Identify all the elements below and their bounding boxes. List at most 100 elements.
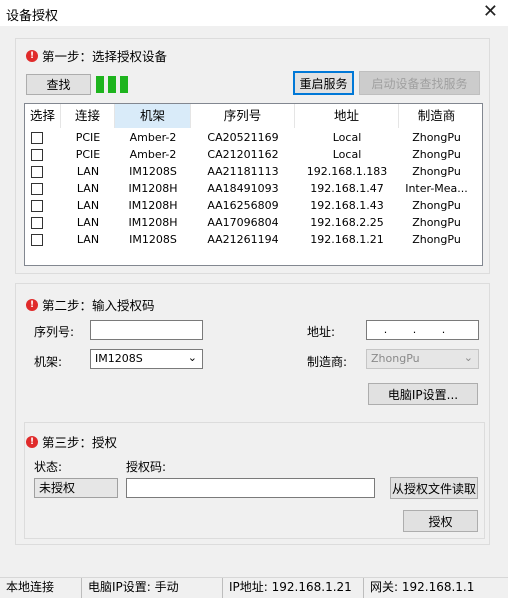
- rack-select-value: IM1208S: [95, 352, 143, 365]
- table-header: 选择 连接 机架 序列号 地址 制造商: [25, 104, 482, 128]
- step1-header: ! 第一步：选择授权设备: [26, 46, 167, 65]
- row-checkbox[interactable]: [31, 233, 43, 246]
- cell-serial: CA20521169: [207, 131, 279, 144]
- cell-serial: AA16256809: [207, 199, 279, 212]
- col-serial[interactable]: 序列号: [191, 104, 295, 128]
- search-button[interactable]: 查找: [26, 74, 91, 95]
- window-title: 设备授权: [6, 9, 59, 24]
- ip-dot: .: [412, 323, 417, 336]
- cell-address: 192.168.2.25: [310, 216, 384, 229]
- row-checkbox[interactable]: [31, 131, 43, 144]
- cell-maker: ZhongPu: [412, 165, 461, 178]
- cell-connection: LAN: [76, 216, 100, 229]
- status-indicator-bar-2: [108, 76, 116, 93]
- cell-connection: PCIE: [75, 148, 101, 161]
- serial-input[interactable]: [90, 320, 203, 340]
- device-table[interactable]: 选择 连接 机架 序列号 地址 制造商 PCIE Amber-2 CA20521…: [24, 103, 483, 266]
- ip-address-input[interactable]: . . .: [366, 320, 479, 340]
- cell-serial: AA21261194: [207, 233, 279, 246]
- cell-maker: ZhongPu: [412, 131, 461, 144]
- col-maker[interactable]: 制造商: [399, 104, 474, 128]
- warning-icon: !: [26, 49, 38, 62]
- table-row[interactable]: LAN IM1208H AA16256809 192.168.1.43 Zhon…: [25, 197, 482, 214]
- ip-dot: .: [441, 323, 446, 336]
- read-license-file-button[interactable]: 从授权文件读取: [390, 477, 478, 499]
- serial-label: 序列号:: [34, 325, 75, 339]
- auth-code-input[interactable]: [126, 478, 375, 498]
- cell-address: 192.168.1.183: [306, 165, 388, 178]
- chevron-down-icon: ⌄: [463, 351, 473, 364]
- cell-rack: Amber-2: [129, 131, 177, 144]
- table-row[interactable]: LAN IM1208S AA21181113 192.168.1.183 Zho…: [25, 163, 482, 180]
- cell-maker: ZhongPu: [412, 148, 461, 161]
- title-bar: 设备授权 ✕: [0, 0, 508, 26]
- row-checkbox[interactable]: [31, 216, 43, 229]
- status-ip-address: IP地址: 192.168.1.21: [223, 578, 364, 598]
- row-checkbox[interactable]: [31, 182, 43, 195]
- table-row[interactable]: LAN IM1208H AA17096804 192.168.2.25 Zhon…: [25, 214, 482, 231]
- status-pc-ip-mode: 电脑IP设置: 手动: [82, 578, 223, 598]
- cell-serial: CA21201162: [207, 148, 279, 161]
- step1-title: 第一步：选择授权设备: [42, 49, 168, 64]
- restart-service-button[interactable]: 重启服务: [293, 71, 354, 95]
- cell-rack: IM1208H: [128, 199, 178, 212]
- cell-address: 192.168.1.21: [310, 233, 384, 246]
- cell-connection: LAN: [76, 233, 100, 246]
- rack-label: 机架:: [34, 355, 63, 369]
- status-gateway: 网关: 192.168.1.1: [370, 580, 475, 594]
- status-bar: 本地连接 电脑IP设置: 手动 IP地址: 192.168.1.21 网关: 1…: [0, 577, 508, 598]
- address-label: 地址:: [307, 325, 336, 339]
- cell-connection: LAN: [76, 165, 100, 178]
- table-row[interactable]: LAN IM1208S AA21261194 192.168.1.21 Zhon…: [25, 231, 482, 248]
- col-rack[interactable]: 机架: [115, 104, 191, 128]
- table-row[interactable]: PCIE Amber-2 CA21201162 Local ZhongPu: [25, 146, 482, 163]
- step3-title: 第三步：授权: [42, 435, 118, 450]
- cell-maker: Inter-Mea...: [405, 182, 468, 195]
- pc-ip-settings-button[interactable]: 电脑IP设置...: [368, 383, 478, 405]
- start-search-service-button[interactable]: 启动设备查找服务: [359, 71, 480, 95]
- step3-header: ! 第三步：授权: [26, 432, 117, 451]
- table-row[interactable]: LAN IM1208H AA18491093 192.168.1.47 Inte…: [25, 180, 482, 197]
- step2-title: 第二步：输入授权码: [42, 298, 155, 313]
- col-address[interactable]: 地址: [295, 104, 399, 128]
- table-row[interactable]: PCIE Amber-2 CA20521169 Local ZhongPu: [25, 129, 482, 146]
- auth-status-value: 未授权: [34, 478, 118, 498]
- col-connection[interactable]: 连接: [61, 104, 115, 128]
- ip-dot: .: [383, 323, 388, 336]
- cell-serial: AA18491093: [207, 182, 279, 195]
- cell-maker: ZhongPu: [412, 233, 461, 246]
- maker-select-value: ZhongPu: [371, 352, 420, 365]
- close-icon[interactable]: ✕: [483, 2, 498, 22]
- cell-address: Local: [332, 131, 362, 144]
- status-label: 状态:: [34, 460, 63, 474]
- cell-maker: ZhongPu: [412, 216, 461, 229]
- cell-rack: IM1208S: [129, 165, 177, 178]
- cell-rack: IM1208H: [128, 216, 178, 229]
- cell-connection: PCIE: [75, 131, 101, 144]
- cell-connection: LAN: [76, 182, 100, 195]
- cell-serial: AA17096804: [207, 216, 279, 229]
- cell-address: 192.168.1.47: [310, 182, 384, 195]
- cell-address: Local: [332, 148, 362, 161]
- chevron-down-icon: ⌄: [187, 351, 197, 364]
- cell-rack: IM1208S: [129, 233, 177, 246]
- row-checkbox[interactable]: [31, 165, 43, 178]
- warning-icon: !: [26, 435, 38, 448]
- row-checkbox[interactable]: [31, 148, 43, 161]
- warning-icon: !: [26, 298, 38, 311]
- cell-rack: IM1208H: [128, 182, 178, 195]
- authorize-button[interactable]: 授权: [403, 510, 478, 532]
- col-select[interactable]: 选择: [25, 104, 61, 128]
- maker-select[interactable]: ZhongPu ⌄: [366, 349, 479, 369]
- status-connection: 本地连接: [0, 578, 82, 598]
- cell-rack: Amber-2: [129, 148, 177, 161]
- row-checkbox[interactable]: [31, 199, 43, 212]
- status-indicator-bar-1: [96, 76, 104, 93]
- cell-serial: AA21181113: [207, 165, 279, 178]
- cell-address: 192.168.1.43: [310, 199, 384, 212]
- rack-select[interactable]: IM1208S ⌄: [90, 349, 203, 369]
- cell-maker: ZhongPu: [412, 199, 461, 212]
- maker-label: 制造商:: [307, 355, 348, 369]
- cell-connection: LAN: [76, 199, 100, 212]
- status-indicator-bar-3: [120, 76, 128, 93]
